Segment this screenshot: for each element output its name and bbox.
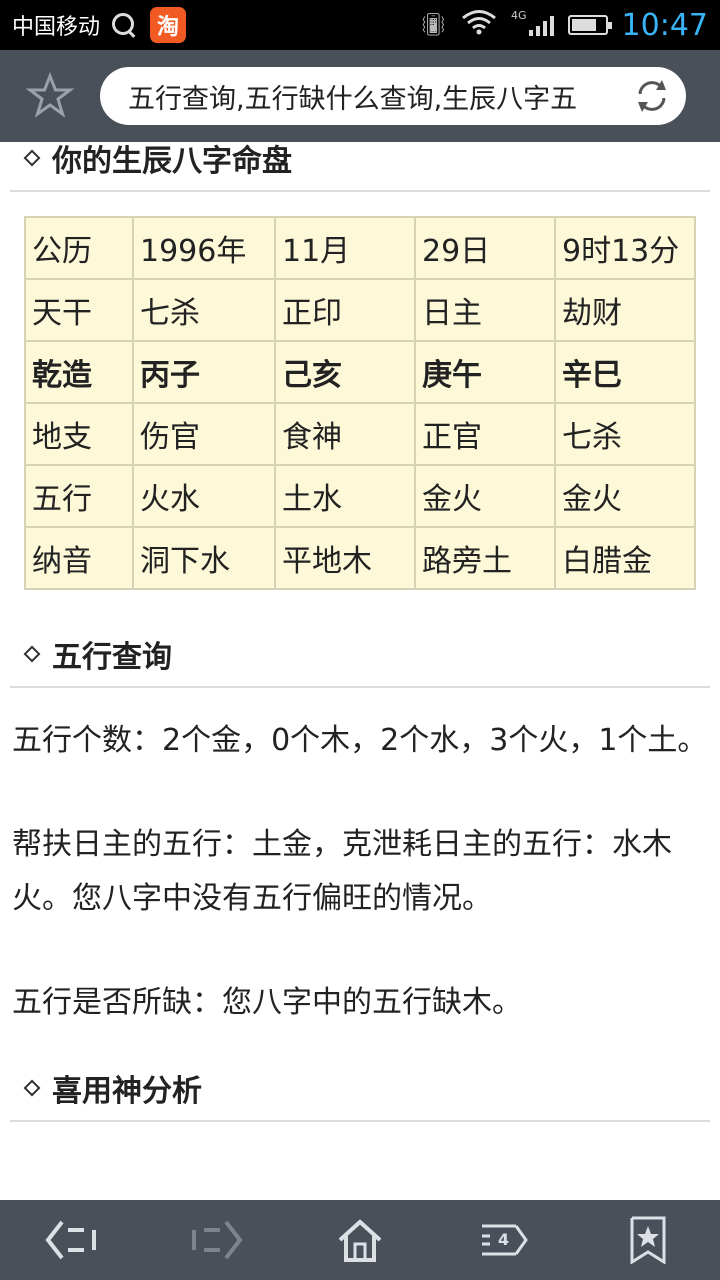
- table-cell: 金火: [554, 464, 696, 528]
- row-label-cell: 公历: [24, 216, 134, 280]
- table-row: 公历 1996年 11月 29日 9时13分: [24, 216, 696, 280]
- status-bar: 中国移动 淘 📳︎ 4G 10:47: [0, 0, 720, 50]
- battery-fill: [571, 19, 596, 31]
- table-cell: 正印: [274, 278, 416, 342]
- table-cell: 路旁土: [414, 526, 556, 590]
- table-cell: 伤官: [132, 402, 276, 466]
- table-row: 乾造 丙子 己亥 庚午 辛巳: [24, 340, 696, 404]
- diamond-bullet-icon: [23, 149, 41, 167]
- wifi-icon: [461, 9, 497, 41]
- search-icon: [110, 11, 138, 39]
- page-content: 你的生辰八字命盘 公历 1996年 11月 29日 9时13分 天干 七杀 正印 日主 劫财 乾造丙…: [0, 142, 720, 1200]
- url-text: 五行查询,五行缺什么查询,生辰八字五: [128, 83, 578, 115]
- browser-address-bar: 五行查询,五行缺什么查询,生辰八字五: [0, 50, 720, 142]
- taobao-app-icon: 淘: [150, 7, 187, 43]
- network-type: 4G: [511, 8, 527, 22]
- table-cell: 劫财: [554, 278, 696, 342]
- vibrate-icon: 📳︎: [419, 12, 447, 38]
- diamond-bullet-icon: [23, 645, 41, 663]
- table-cell: 金火: [414, 464, 556, 528]
- table-cell: 己亥: [274, 340, 416, 404]
- section-title: 五行查询: [52, 640, 172, 675]
- section-heading-wuxing: 五行查询: [10, 632, 710, 688]
- table-cell: 白腊金: [554, 526, 696, 590]
- bookmarks-icon[interactable]: [608, 1210, 688, 1270]
- table-cell: 土水: [274, 464, 416, 528]
- row-label-cell: 地支: [24, 402, 134, 466]
- clock: 10:47: [621, 7, 708, 43]
- table-cell: 火水: [132, 464, 276, 528]
- url-field[interactable]: 五行查询,五行缺什么查询,生辰八字五: [100, 67, 686, 125]
- wuxing-missing-text: 五行是否所缺：您八字中的五行缺木。: [12, 985, 522, 1020]
- table-cell: 正官: [414, 402, 556, 466]
- table-row: 地支 伤官 食神 正官 七杀: [24, 402, 696, 466]
- wuxing-help-text: 帮扶日主的五行：土金，克泄耗日主的五行：水木火。您八字中没有五行偏旺的情况。: [12, 827, 672, 916]
- table-cell: 29日: [414, 216, 556, 280]
- tab-count: 4: [498, 1230, 510, 1249]
- tabs-icon[interactable]: 4: [464, 1210, 544, 1270]
- battery-icon: [567, 15, 612, 35]
- table-cell: 11月: [274, 216, 416, 280]
- table-cell: 辛巳: [554, 340, 696, 404]
- table-row: 五行 火水 土水 金火 金火: [24, 464, 696, 528]
- table-cell: 七杀: [132, 278, 276, 342]
- table-cell: 1996年: [132, 216, 276, 280]
- carrier-name: 中国移动: [12, 15, 101, 40]
- table-cell: 洞下水: [132, 526, 276, 590]
- section-heading-bazi: 你的生辰八字命盘: [10, 142, 710, 192]
- status-icons: 📳︎ 4G 10:47: [419, 8, 708, 43]
- table-cell: 庚午: [414, 340, 556, 404]
- refresh-icon[interactable]: [632, 76, 672, 116]
- table-row: 天干 七杀 正印 日主 劫财: [24, 278, 696, 342]
- browser-bottom-nav: 4: [0, 1200, 720, 1280]
- back-icon[interactable]: [32, 1210, 112, 1270]
- row-label-cell: 五行: [24, 464, 134, 528]
- table-cell: 日主: [414, 278, 556, 342]
- table-row: 纳音 洞下水 平地木 路旁土 白腊金: [24, 526, 696, 590]
- row-label-cell: 纳音: [24, 526, 134, 590]
- diamond-bullet-icon: [23, 1079, 41, 1097]
- table-cell: 食神: [274, 402, 416, 466]
- signal-icon: [528, 14, 554, 36]
- section-title: 你的生辰八字命盘: [52, 144, 292, 179]
- row-label-cell: 乾造: [24, 340, 134, 404]
- table-cell: 9时13分: [554, 216, 696, 280]
- section-heading-xiyong: 喜用神分析: [10, 1066, 710, 1122]
- bazi-table: 公历 1996年 11月 29日 9时13分 天干 七杀 正印 日主 劫财 乾造 丙子 己亥 庚午 辛巳 地支…: [24, 216, 696, 590]
- table-cell: 七杀: [554, 402, 696, 466]
- table-cell: 平地木: [274, 526, 416, 590]
- wuxing-count-text: 五行个数：2个金，0个木，2个水，3个火，1个土。: [12, 723, 708, 758]
- home-icon[interactable]: [320, 1210, 400, 1270]
- row-label-cell: 天干: [24, 278, 134, 342]
- section-title: 喜用神分析: [52, 1074, 202, 1109]
- table-cell: 丙子: [132, 340, 276, 404]
- forward-icon[interactable]: [176, 1210, 256, 1270]
- star-icon[interactable]: [0, 50, 100, 142]
